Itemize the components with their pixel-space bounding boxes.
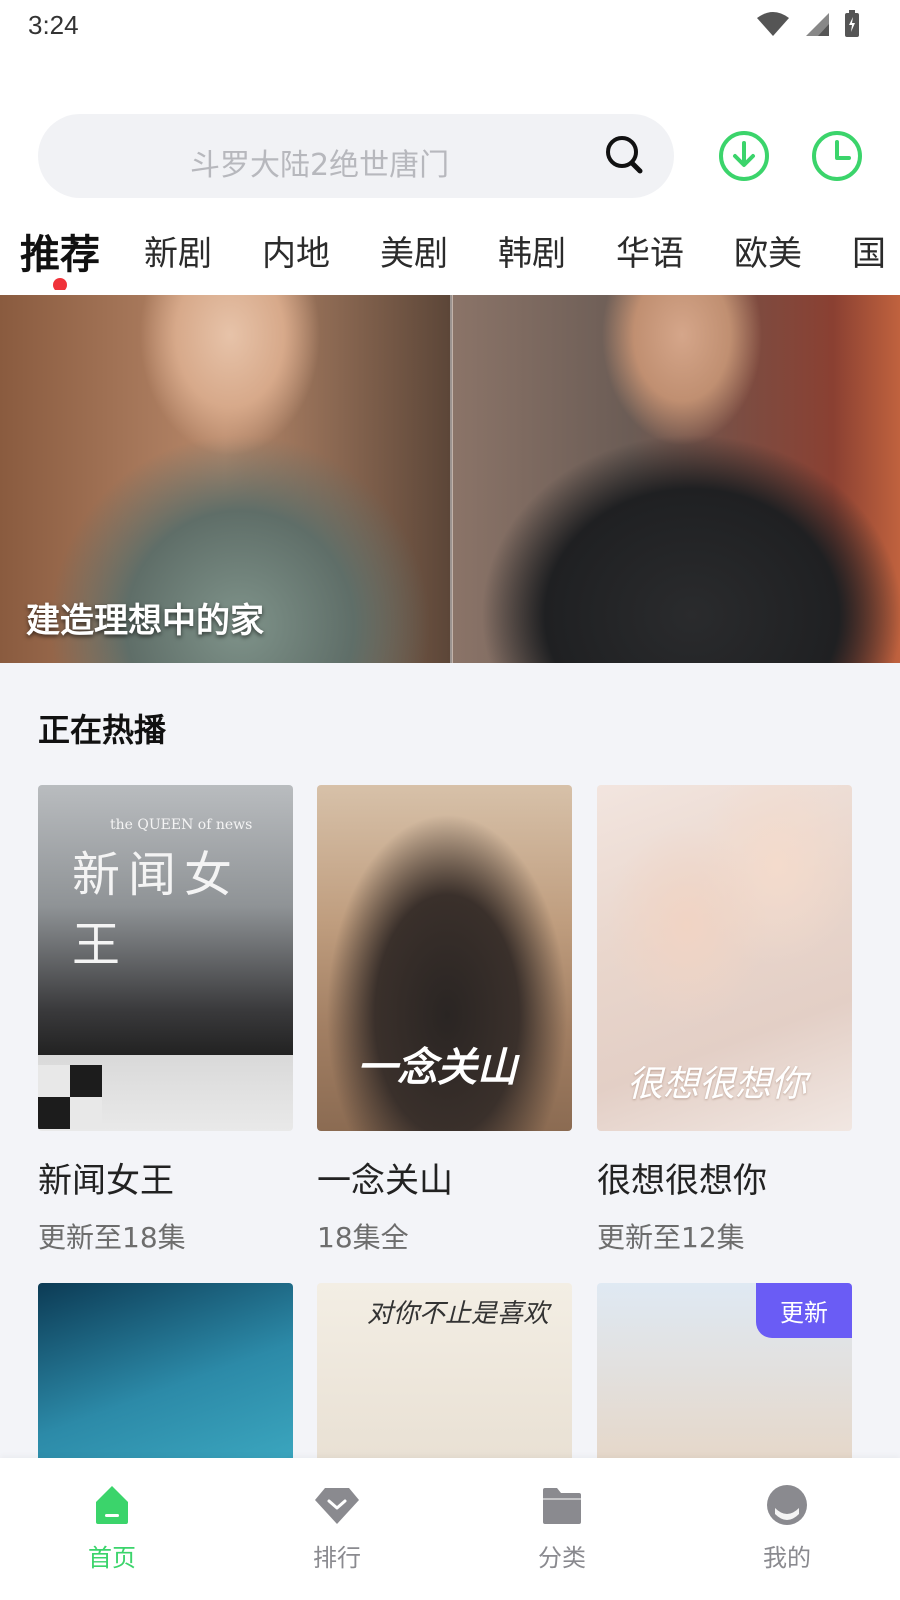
- nav-label-ranking: 排行: [313, 1544, 361, 1572]
- show-card[interactable]: 很想很想你 很想很想你 更新至12集: [597, 785, 852, 1256]
- tab-korean-drama[interactable]: 韩剧: [498, 226, 566, 275]
- show-episode-status: 18集全: [317, 1221, 409, 1254]
- tab-mainland[interactable]: 内地: [262, 226, 330, 275]
- profile-icon: [727, 1484, 847, 1526]
- tab-chinese[interactable]: 华语: [616, 226, 684, 275]
- folder-icon: [502, 1484, 622, 1526]
- download-button[interactable]: [718, 130, 770, 182]
- tab-recommend[interactable]: 推荐: [20, 222, 100, 280]
- poster-title: 对你不止是喜欢: [367, 1299, 550, 1329]
- bottom-navigation: 首页 排行 分类 我的: [0, 1458, 900, 1600]
- download-icon: [718, 131, 770, 186]
- show-poster[interactable]: the QUEEN of news 新闻女王: [38, 785, 293, 1131]
- header: 斗罗大陆2绝世唐门 推荐 新剧 内地 美剧 韩剧 华语 欧美 国: [0, 50, 900, 295]
- search-placeholder: 斗罗大陆2绝世唐门: [190, 148, 450, 183]
- status-time: 3:24: [28, 10, 79, 40]
- show-card[interactable]: the QUEEN of news 新闻女王 新闻女王 更新至18集: [38, 785, 293, 1256]
- update-badge: 更新: [756, 1283, 852, 1338]
- ranking-icon: [277, 1484, 397, 1526]
- nav-label-home: 首页: [88, 1544, 136, 1572]
- search-icon[interactable]: [604, 134, 644, 180]
- history-button[interactable]: [811, 130, 863, 182]
- history-icon: [811, 131, 863, 186]
- tab-us-drama[interactable]: 美剧: [380, 226, 448, 275]
- nav-profile[interactable]: 我的: [727, 1484, 847, 1573]
- nav-category[interactable]: 分类: [502, 1484, 622, 1573]
- show-poster[interactable]: 一念关山: [317, 785, 572, 1131]
- show-card[interactable]: 一念关山 一念关山 18集全: [317, 785, 572, 1256]
- show-title[interactable]: 新闻女王: [38, 1153, 293, 1202]
- show-title[interactable]: 一念关山: [317, 1153, 572, 1202]
- poster-subtitle: the QUEEN of news: [110, 817, 253, 833]
- status-bar: 3:24: [0, 0, 900, 50]
- tab-domestic[interactable]: 国: [852, 226, 886, 275]
- poster-title: 很想很想你: [627, 1064, 808, 1105]
- featured-banner[interactable]: 建造理想中的家: [0, 295, 900, 663]
- search-input[interactable]: 斗罗大陆2绝世唐门: [38, 114, 674, 198]
- section-title: 正在热播: [38, 711, 167, 749]
- banner-divider: [450, 295, 453, 663]
- wifi-icon: [756, 11, 790, 37]
- home-icon: [52, 1484, 172, 1526]
- show-title[interactable]: 很想很想你: [597, 1153, 852, 1202]
- banner-image-right: [452, 295, 900, 663]
- show-episode-status: 更新至12集: [597, 1221, 745, 1254]
- signal-icon: [804, 11, 830, 37]
- tab-new-drama[interactable]: 新剧: [144, 226, 212, 275]
- battery-icon: [844, 10, 860, 38]
- show-poster[interactable]: 很想很想你: [597, 785, 852, 1131]
- status-icons: [756, 10, 860, 38]
- show-episode-status: 更新至18集: [38, 1221, 186, 1254]
- nav-ranking[interactable]: 排行: [277, 1484, 397, 1573]
- nav-home[interactable]: 首页: [52, 1484, 172, 1573]
- poster-title: 新闻女王: [72, 847, 241, 973]
- poster-title: 一念关山: [357, 1044, 517, 1091]
- nav-label-category: 分类: [538, 1544, 586, 1572]
- category-tabs: 推荐 新剧 内地 美剧 韩剧 华语 欧美 国: [0, 218, 900, 290]
- tab-western[interactable]: 欧美: [734, 226, 802, 275]
- active-tab-indicator: [53, 278, 67, 290]
- banner-caption: 建造理想中的家: [26, 601, 264, 641]
- nav-label-profile: 我的: [763, 1544, 811, 1572]
